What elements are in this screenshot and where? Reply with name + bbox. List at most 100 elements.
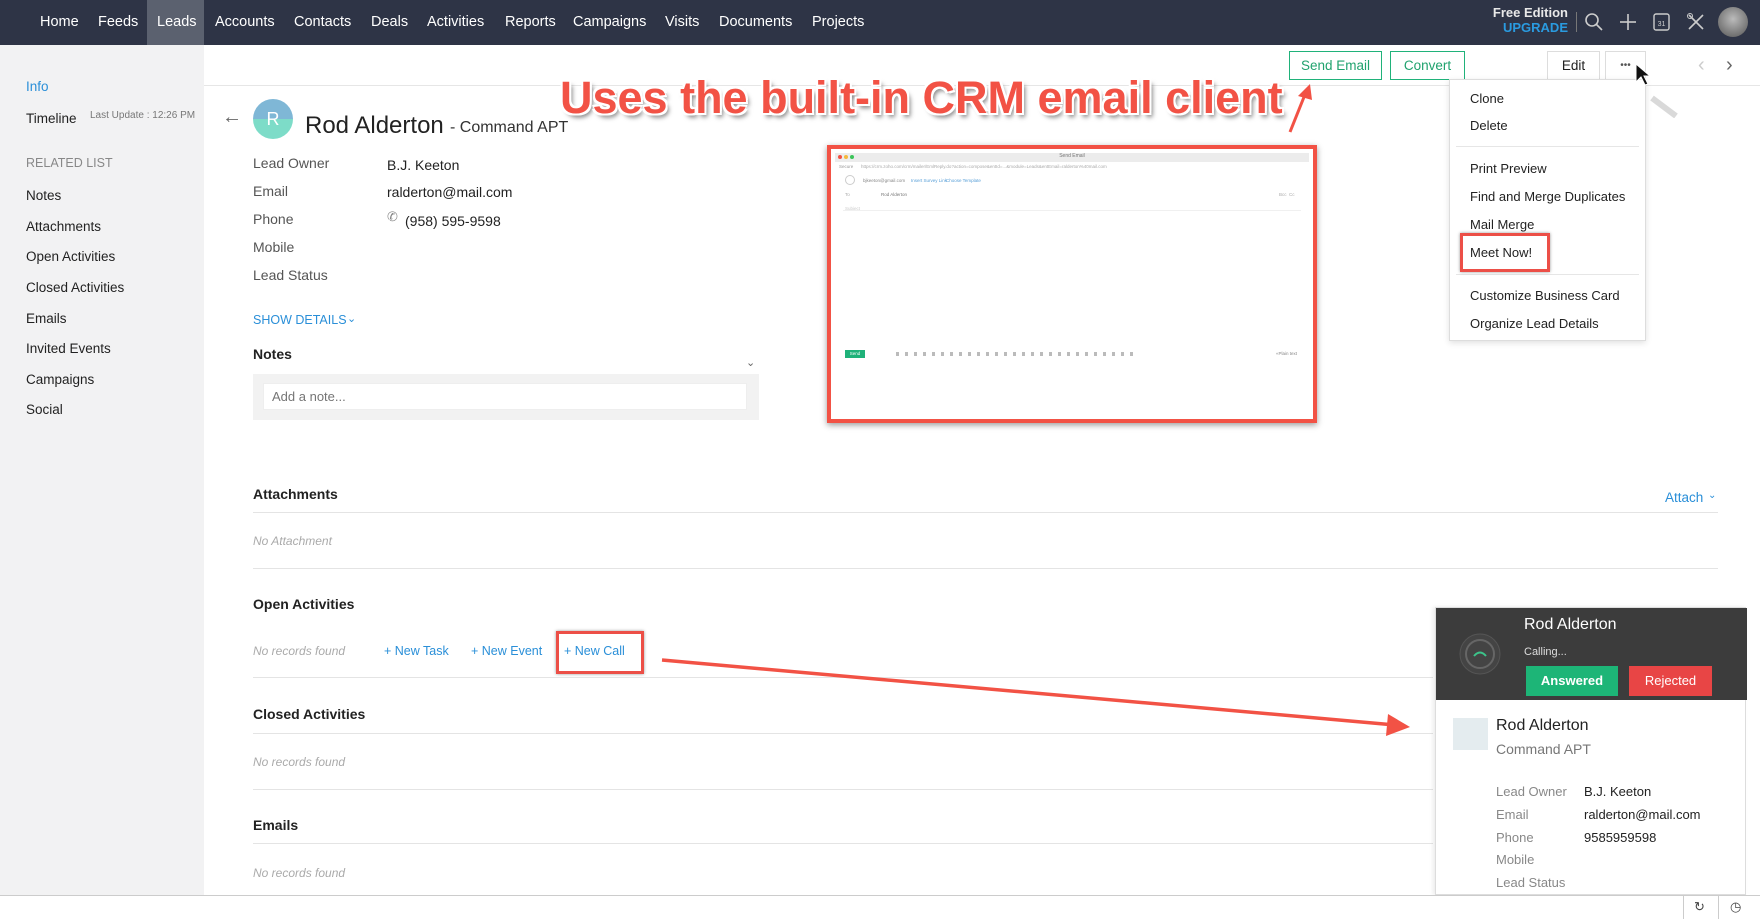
sidebar-item-open-activities[interactable]: Open Activities: [26, 249, 115, 264]
nav-feeds[interactable]: Feeds: [88, 0, 148, 45]
divider: [253, 568, 1718, 569]
recent-items-icon[interactable]: ↻: [1694, 899, 1705, 915]
search-icon[interactable]: [1584, 12, 1604, 32]
rejected-button[interactable]: Rejected: [1629, 666, 1712, 696]
answered-button[interactable]: Answered: [1526, 666, 1618, 696]
divider: [843, 210, 1301, 211]
chevron-down-icon[interactable]: ⌄: [347, 312, 356, 325]
preview-url: https://crm.zoho.com/crm/mailer/EmlReply…: [861, 164, 1107, 169]
preview-send-button: Send: [845, 350, 865, 358]
plus-icon[interactable]: [1618, 12, 1638, 32]
nav-documents[interactable]: Documents: [709, 0, 802, 45]
call-header: Rod Alderton Calling... Answered Rejecte…: [1436, 608, 1747, 700]
nav-deals[interactable]: Deals: [361, 0, 418, 45]
sidebar-timeline[interactable]: Timeline: [26, 111, 77, 126]
sidebar-item-attachments[interactable]: Attachments: [26, 219, 101, 234]
nav-visits[interactable]: Visits: [655, 0, 709, 45]
next-record-icon[interactable]: ›: [1726, 54, 1733, 77]
preview-from: bjkeeton@gmail.com: [863, 178, 906, 183]
menu-item-mail-merge[interactable]: Mail Merge: [1470, 217, 1534, 232]
last-update: Last Update : 12:26 PM: [90, 110, 196, 121]
mouse-cursor-icon: [1635, 62, 1678, 118]
send-email-button[interactable]: Send Email: [1289, 51, 1382, 80]
closed-activities-empty: No records found: [253, 755, 346, 769]
call-contact-name: Rod Alderton: [1496, 717, 1589, 734]
attachments-heading: Attachments: [253, 486, 338, 502]
preview-plain-text: «Plain text: [1276, 351, 1298, 356]
open-activities-empty: No records found: [253, 644, 346, 658]
show-details-link[interactable]: SHOW DETAILS: [253, 313, 347, 327]
nav-projects[interactable]: Projects: [802, 0, 874, 45]
meet-now-highlight: [1460, 233, 1550, 272]
call-status: Calling...: [1524, 646, 1567, 658]
related-list-heading: RELATED LIST: [26, 156, 113, 170]
maximize-dot-icon: [850, 155, 854, 159]
menu-item-find-merge-duplicates[interactable]: Find and Merge Duplicates: [1470, 189, 1625, 204]
menu-item-customize-business-card[interactable]: Customize Business Card: [1470, 288, 1620, 303]
call-value-phone: 9585959598: [1584, 830, 1657, 845]
field-value-phone[interactable]: (958) 595-9598: [405, 213, 501, 229]
close-dot-icon: [838, 155, 842, 159]
convert-button[interactable]: Convert: [1390, 51, 1465, 80]
menu-item-organize-lead-details[interactable]: Organize Lead Details: [1470, 316, 1599, 331]
attach-link[interactable]: Attach: [1665, 490, 1703, 505]
nav-contacts[interactable]: Contacts: [284, 0, 361, 45]
preview-bcc: Bcc: [1279, 192, 1287, 197]
call-popup: Rod Alderton Calling... Answered Rejecte…: [1435, 607, 1747, 895]
sidebar-item-notes[interactable]: Notes: [26, 188, 61, 203]
email-client-preview: Send Email Secure https://crm.zoho.com/c…: [827, 145, 1317, 423]
new-task-link[interactable]: + New Task: [384, 644, 449, 658]
upgrade-link[interactable]: UPGRADE: [1478, 20, 1568, 35]
field-label-lead-status: Lead Status: [253, 267, 328, 283]
sidebar-info[interactable]: Info: [26, 79, 49, 94]
sidebar-item-social[interactable]: Social: [26, 402, 63, 417]
note-input[interactable]: [263, 383, 747, 410]
calendar-icon[interactable]: 31: [1652, 11, 1672, 33]
annotation-arrow-up: [1288, 84, 1312, 133]
field-label-email: Email: [253, 183, 289, 199]
emails-empty: No records found: [253, 866, 346, 880]
preview-to-value: Rod Alderton: [881, 192, 908, 197]
nav-campaigns[interactable]: Campaigns: [563, 0, 656, 45]
field-value-lead-owner[interactable]: B.J. Keeton: [387, 157, 459, 173]
field-label-phone: Phone: [253, 211, 294, 227]
user-avatar[interactable]: [1718, 7, 1748, 37]
nav-reports[interactable]: Reports: [495, 0, 566, 45]
field-label-lead-owner: Lead Owner: [253, 155, 330, 171]
menu-item-delete[interactable]: Delete: [1470, 118, 1508, 133]
history-icon[interactable]: ◷: [1730, 899, 1741, 915]
call-contact-company: Command APT: [1496, 741, 1591, 757]
call-value-email: ralderton@mail.com: [1584, 807, 1701, 822]
divider: [253, 512, 1718, 513]
preview-avatar-icon: [845, 175, 855, 185]
call-label-lead-owner: Lead Owner: [1496, 784, 1567, 799]
back-arrow-icon[interactable]: ←: [222, 106, 242, 129]
sidebar-item-invited-events[interactable]: Invited Events: [26, 341, 111, 356]
lead-name: Rod Alderton: [305, 112, 444, 139]
preview-format-toolbar: [896, 352, 1136, 356]
nav-leads[interactable]: Leads: [147, 0, 204, 45]
menu-item-clone[interactable]: Clone: [1470, 91, 1504, 106]
lead-company: - Command APT: [450, 119, 569, 136]
nav-activities[interactable]: Activities: [417, 0, 494, 45]
prev-record-icon[interactable]: ‹: [1698, 54, 1705, 77]
attach-chevron-icon[interactable]: ⌄: [1708, 490, 1716, 501]
new-event-link[interactable]: + New Event: [471, 644, 542, 658]
call-label-lead-status: Lead Status: [1496, 875, 1566, 890]
tools-icon[interactable]: [1686, 12, 1706, 32]
menu-item-print-preview[interactable]: Print Preview: [1470, 161, 1547, 176]
field-value-email[interactable]: ralderton@mail.com: [387, 184, 512, 200]
sidebar-item-campaigns[interactable]: Campaigns: [26, 372, 94, 387]
notes-collapse-icon[interactable]: ⌄: [746, 356, 755, 369]
emails-heading: Emails: [253, 817, 299, 833]
edit-button[interactable]: Edit: [1547, 51, 1600, 80]
sidebar-item-closed-activities[interactable]: Closed Activities: [26, 280, 124, 295]
call-label-email: Email: [1496, 807, 1529, 822]
lead-avatar: R: [253, 99, 293, 139]
nav-accounts[interactable]: Accounts: [205, 0, 285, 45]
sidebar-item-emails[interactable]: Emails: [26, 311, 67, 326]
nav-home[interactable]: Home: [30, 0, 89, 45]
new-call-highlight: [556, 631, 644, 674]
sidebar: Info Timeline Last Update : 12:26 PM REL…: [0, 45, 204, 895]
call-value-lead-owner: B.J. Keeton: [1584, 784, 1652, 799]
